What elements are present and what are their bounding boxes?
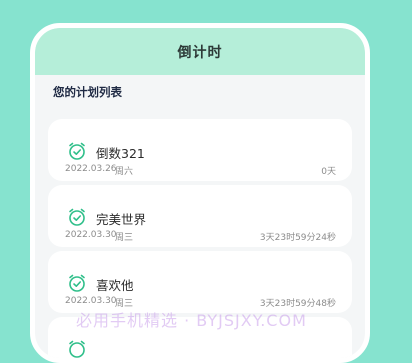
alarm-clock-icon <box>69 274 85 292</box>
plan-weekday: 周六 <box>115 167 134 177</box>
alarm-clock-icon <box>69 142 85 160</box>
plan-name: 喜欢他 <box>96 278 134 293</box>
watermark: 必用手机精选 · BYJSJXY.COM <box>76 311 307 330</box>
plan-name: 倒数321 <box>96 146 145 161</box>
alarm-clock-icon <box>69 208 85 226</box>
plan-card[interactable]: 完美世界 2022.03.30 周三 3天23时59分24秒 <box>48 185 352 247</box>
plan-date: 2022.03.26 <box>65 164 117 174</box>
app-header: 倒计时 <box>35 28 365 75</box>
plan-card[interactable]: 喜欢他 2022.03.30 周三 3天23时59分48秒 <box>48 251 352 313</box>
plan-date: 2022.03.30 <box>65 296 117 306</box>
plan-remaining: 3天23时59分24秒 <box>259 233 336 243</box>
plan-remaining: 0天 <box>321 167 336 177</box>
plan-name: 完美世界 <box>96 212 147 227</box>
plan-date: 2022.03.30 <box>65 230 117 240</box>
plan-list-title: 您的计划列表 <box>53 85 122 99</box>
page-title: 倒计时 <box>177 44 223 61</box>
plan-card[interactable]: 倒数321 2022.03.26 周六 0天 <box>48 119 352 181</box>
alarm-clock-icon <box>69 340 85 358</box>
plan-weekday: 周三 <box>115 233 134 243</box>
